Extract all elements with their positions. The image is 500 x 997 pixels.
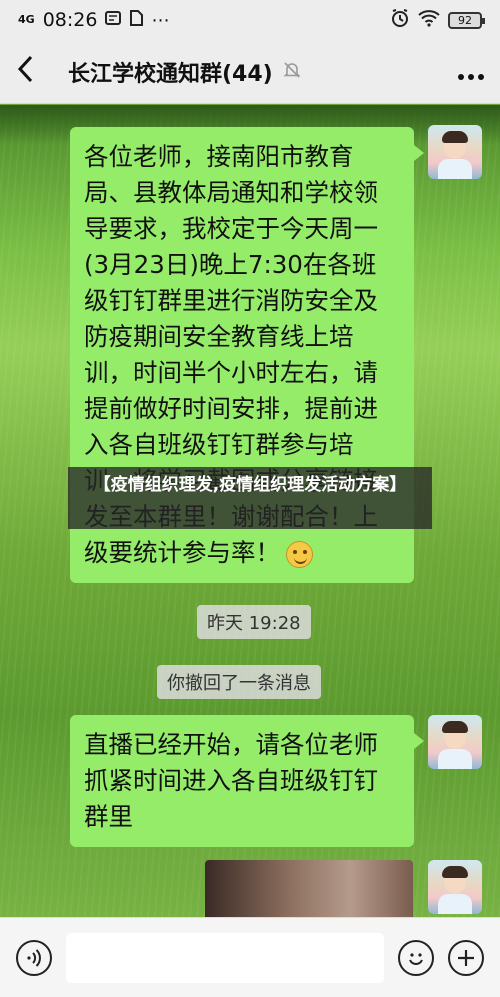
overlay-caption: 【疫情组织理发,疫情组织理发活动方案】 — [68, 467, 432, 529]
plus-button[interactable] — [448, 939, 484, 976]
chevron-left-icon — [17, 55, 33, 82]
emoji-button[interactable] — [398, 939, 434, 976]
avatar[interactable] — [428, 860, 482, 914]
emoji-icon — [409, 952, 423, 965]
status-time: 08:26 — [42, 9, 98, 31]
image-message[interactable] — [205, 860, 413, 920]
chat-header: 长江学校通知群(44) — [0, 40, 500, 104]
voice-button[interactable] — [16, 939, 52, 976]
status-bar: 4G 08:26 ⋯ 92 — [0, 0, 500, 40]
battery-level: 92 — [458, 13, 472, 27]
input-bar — [0, 917, 500, 997]
wifi-icon — [418, 9, 440, 32]
message-input[interactable] — [66, 932, 384, 983]
battery-indicator: 92 — [448, 11, 485, 29]
voice-icon — [27, 948, 41, 967]
back-button[interactable] — [16, 55, 56, 89]
plus-icon — [458, 949, 474, 966]
smile-emoji-icon — [286, 540, 313, 568]
message-text: 直播已经开始，请各位老师抓紧时间进入各自班级钉钉群里 — [84, 730, 378, 831]
more-notifications-icon: ⋯ — [151, 9, 170, 31]
system-note: 你撤回了一条消息 — [157, 665, 321, 699]
alarm-icon — [390, 8, 410, 33]
more-button[interactable] — [458, 55, 484, 88]
message-bubble[interactable]: 直播已经开始，请各位老师抓紧时间进入各自班级钉钉群里 — [70, 715, 424, 847]
more-dots-icon — [458, 74, 484, 80]
timestamp: 昨天 19:28 — [197, 605, 311, 639]
chat-title[interactable]: 长江学校通知群(44) — [68, 56, 273, 88]
avatar[interactable] — [428, 715, 482, 769]
sim-icon — [129, 9, 144, 31]
notification-icon — [105, 10, 122, 31]
network-indicator: 4G — [18, 13, 35, 26]
bell-slash-icon — [283, 61, 301, 83]
avatar[interactable] — [428, 125, 482, 179]
